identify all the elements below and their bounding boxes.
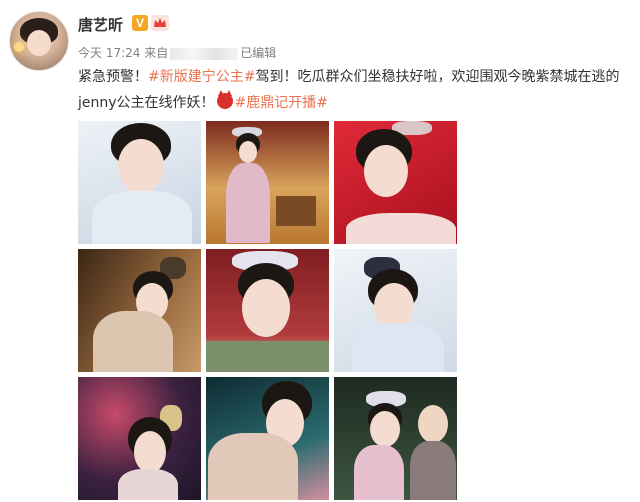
crown-icon[interactable] bbox=[151, 15, 169, 31]
post-time[interactable]: 今天 17:24 bbox=[78, 46, 140, 60]
photo-thumbnail[interactable] bbox=[78, 249, 201, 372]
verified-badge-icon[interactable]: V bbox=[132, 15, 148, 31]
photo-thumbnail[interactable] bbox=[206, 249, 329, 372]
photo-thumbnail[interactable] bbox=[78, 377, 201, 500]
author-name[interactable]: 唐艺昕 bbox=[78, 14, 123, 35]
photo-thumbnail[interactable] bbox=[334, 377, 457, 500]
photo-thumbnail[interactable] bbox=[334, 121, 457, 244]
avatar[interactable] bbox=[9, 11, 69, 71]
avatar-light bbox=[14, 42, 24, 52]
devil-emoji-icon bbox=[216, 90, 233, 109]
photo-thumbnail[interactable] bbox=[334, 249, 457, 372]
photo-thumbnail[interactable] bbox=[206, 121, 329, 244]
photo-thumbnail[interactable] bbox=[78, 121, 201, 244]
source-prefix: 来自 bbox=[144, 46, 169, 60]
hashtag-link[interactable]: #新版建宁公主# bbox=[148, 69, 255, 85]
blurred-source bbox=[170, 47, 239, 60]
text-part1: 紧急预警！ bbox=[78, 69, 148, 85]
post-meta: 今天 17:24 来自 已编辑 bbox=[78, 44, 276, 61]
edited-label[interactable]: 已编辑 bbox=[240, 46, 276, 60]
photo-thumbnail[interactable] bbox=[206, 377, 329, 500]
hashtag-link[interactable]: #鹿鼎记开播# bbox=[235, 95, 328, 111]
post-text: 紧急预警！#新版建宁公主#驾到！吃瓜群众们坐稳扶好啦，欢迎围观今晚紫禁城在逃的j… bbox=[78, 64, 628, 116]
avatar-face bbox=[27, 30, 51, 56]
